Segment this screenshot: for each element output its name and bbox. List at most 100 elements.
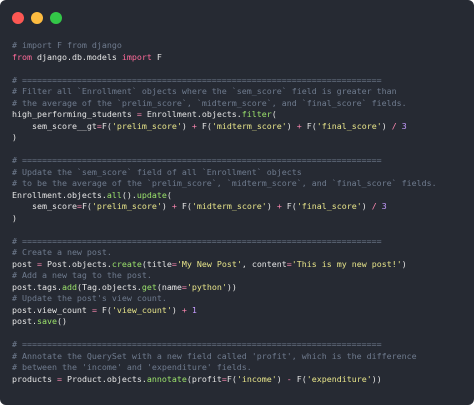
code-token: from [12,51,32,62]
code-token: ) [381,120,392,131]
code-token: 3 [401,120,407,131]
code-token: ) [12,212,17,223]
code-token: 'expenditure' [306,373,372,384]
code-token: # between the 'income' and 'expenditure'… [12,362,252,372]
code-token: 'This is my new post!' [291,258,402,269]
code-token: # ======================================… [12,339,382,349]
code-token: )) [371,373,382,384]
code-line: ) [12,132,468,144]
code-token: # ======================================… [12,74,382,85]
code-token: 'My New Post' [176,258,242,269]
code-line: # Create a new post. [12,247,468,259]
code-token: post [12,258,37,269]
code-token: add [61,281,77,292]
code-token: ) [266,201,277,211]
code-line: high_performing_students = Enrollment.ob… [12,109,468,121]
code-block: # import F from django from django.db.mod… [12,40,468,399]
code-line: sem_score__gt=F('prelim_score') + F('mid… [12,121,468,133]
code-token: 'midterm_score' [191,201,267,211]
maximize-icon[interactable] [50,12,62,24]
code-line: # the average of the `prelim_score`, `mi… [12,98,468,110]
code-line: post.save() [12,316,468,328]
code-token: sem_score [12,201,77,211]
code-line: # Annotate the QuerySet with a new field… [12,351,468,363]
code-token: F [151,51,162,62]
code-line: post.tags.add(Tag.objects.get(name='pyth… [12,282,468,294]
code-token: (). [121,189,137,200]
code-token: Enrollment.objects. [12,189,107,200]
code-token: 'view_count' [111,304,172,315]
code-token: ) [181,120,192,131]
code-line: from django.db.models import F [12,52,468,64]
code-line: # import F from django [12,40,468,52]
code-token: # import F from django [12,40,122,50]
code-line: # to be the average of the `prelim_score… [12,178,468,190]
code-line: # ======================================… [12,236,468,248]
code-token: # Add a new tag to the post. [12,270,152,280]
code-token: )) [226,281,237,292]
code-line: # ======================================… [12,75,468,87]
code-line: # Filter all `Enrollment` objects where … [12,86,468,98]
code-token: F( [291,373,307,384]
code-token: (title [141,258,172,269]
code-token: annotate [146,373,187,384]
code-token: all [106,189,122,200]
code-token: Post.objects. [41,258,112,269]
code-line: # between the 'income' and 'expenditure'… [12,362,468,374]
code-token: (profit [186,373,222,384]
code-token: # Create a new post. [12,247,112,257]
code-token: F( [196,120,212,131]
code-token: high_performing_students [12,109,137,119]
code-token: ) [286,120,297,131]
code-line: sem_score=F('prelim_score') + F('midterm… [12,201,468,213]
code-token: Enrollment.objects. [141,109,242,119]
code-token: , content [241,258,287,269]
code-token: F( [81,201,92,211]
code-token: 'midterm_score' [211,120,287,131]
code-token: ( [166,189,172,200]
code-token: F( [281,201,297,211]
close-icon[interactable] [12,12,24,24]
code-token: products [12,373,57,384]
code-token: # Annotate the QuerySet with a new field… [12,350,417,361]
code-token: post. [12,316,37,326]
code-token: save [36,316,57,326]
code-token: 'income' [236,373,277,384]
code-line: products = Product.objects.annotate(prof… [12,374,468,386]
code-token: update [136,189,167,200]
code-token: # Filter all `Enrollment` objects where … [12,86,397,96]
code-token: F( [226,373,237,384]
code-token: (name [156,281,182,292]
code-token: # Update the post's view count. [12,293,167,303]
code-token: sem_score__gt [12,120,97,131]
code-token: 'python' [186,281,227,292]
code-window: # import F from django from django.db.mod… [0,0,474,405]
code-token: post.view_count [12,304,92,315]
code-token: django.db.models [31,51,122,62]
code-token: ) [161,201,172,211]
window-controls [12,12,62,24]
code-token: # ======================================… [12,155,382,165]
code-token: 3 [381,201,387,211]
code-line: # Update the `sem_score` field of all `E… [12,167,468,179]
code-token: 'final_score' [296,201,362,211]
minimize-icon[interactable] [31,12,43,24]
code-line: ) [12,213,468,225]
code-line: # ======================================… [12,155,468,167]
code-token: Product.objects. [61,373,147,384]
code-token: ) [276,373,287,384]
code-token: # the average of the `prelim_score`, `mi… [12,97,407,108]
code-token: ) [171,304,182,315]
code-token: 1 [191,304,197,315]
code-token: # ======================================… [12,235,382,246]
code-line: # Update the post's view count. [12,293,468,305]
code-token: filter [241,109,272,119]
code-token: ( [271,109,277,119]
code-token: ) [12,132,17,142]
code-token: ) [401,258,407,269]
code-line: # Add a new tag to the post. [12,270,468,282]
